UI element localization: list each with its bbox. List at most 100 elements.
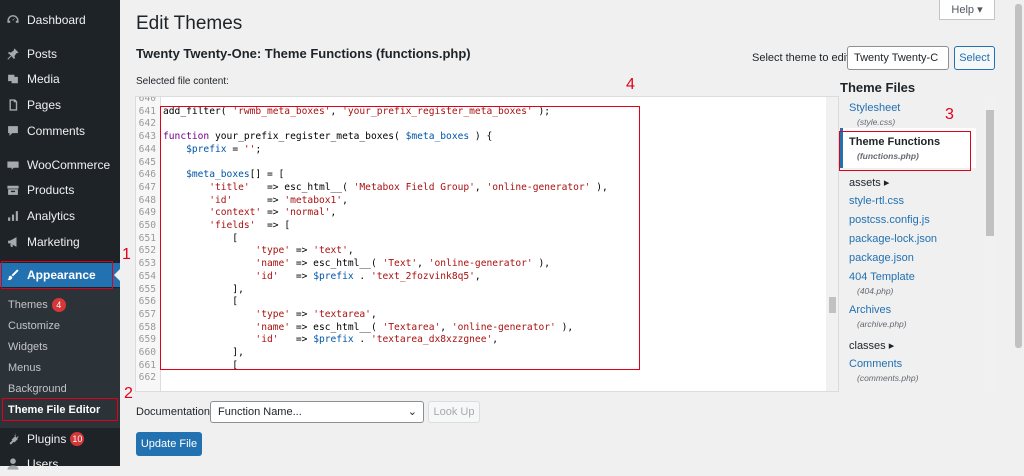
annotation-box-theme-file-editor [2,398,118,421]
submenu-item-label: Themes [8,299,48,311]
file-name: (404.php) [857,286,894,296]
files-scrollbar[interactable] [984,96,996,392]
submenu-item-background[interactable]: Background [8,383,67,395]
line-number: 645 [138,156,156,168]
annotation-number: 3 [945,106,954,123]
bar-chart-icon [6,209,20,223]
sidebar-item-label: Marketing [27,235,80,249]
theme-file-link[interactable]: 404 Template (404.php) [849,271,915,296]
line-number: 653 [138,258,156,270]
annotation-box-theme-functions [839,131,971,171]
sidebar-item-label: Users [27,457,59,471]
media-icon [6,72,20,86]
admin-sidebar: Dashboard Posts Media Pages Comments Woo… [0,0,120,471]
theme-folder[interactable]: assets ▸ [849,176,889,189]
selected-content-label: Selected file content: [136,76,229,87]
file-label: style-rtl.css [849,195,904,207]
archive-icon [6,183,20,197]
code-line[interactable]: 662 [136,372,816,384]
editor-scroll-thumb[interactable] [829,297,836,313]
sidebar-item-media[interactable]: Media [0,67,120,91]
select-button[interactable]: Select [954,46,995,70]
line-number: 658 [138,321,156,333]
page-icon [6,98,20,112]
line-number: 647 [138,181,156,193]
annotation-number: 4 [626,76,635,93]
line-number: 659 [138,334,156,346]
documentation-label: Documentation: [136,406,214,418]
theme-file-link[interactable]: package-lock.json [849,233,937,245]
editor-scrollbar[interactable] [826,97,838,391]
theme-files-heading: Theme Files [840,80,916,95]
line-number: 655 [138,283,156,295]
sidebar-item-label: Products [27,183,75,197]
sidebar-item-posts[interactable]: Posts [0,42,120,66]
submenu-item-widgets[interactable]: Widgets [8,341,48,353]
line-number: 648 [138,194,156,206]
line-number: 641 [138,105,156,117]
line-number: 640 [138,96,156,104]
theme-folder[interactable]: classes ▸ [849,339,894,352]
file-label: postcss.config.js [849,214,930,226]
theme-file-link[interactable]: style-rtl.css [849,195,904,207]
sidebar-item-comments[interactable]: Comments [0,119,120,143]
sidebar-item-dashboard[interactable]: Dashboard [0,8,120,32]
file-name: (archive.php) [857,319,907,329]
code-line[interactable]: 640 [136,96,816,105]
file-label: assets ▸ [849,177,890,189]
page-scroll-thumb[interactable] [1015,4,1022,348]
sidebar-item-label: Pages [27,98,62,112]
update-file-button[interactable]: Update File [136,432,202,456]
sidebar-item-pages[interactable]: Pages [0,93,120,117]
sidebar-item-label: Analytics [27,209,76,223]
line-number: 656 [138,296,156,308]
theme-file-link[interactable]: Comments (comments.php) [849,358,918,383]
sidebar-item-label: Posts [27,47,58,61]
file-label: Comments [849,358,903,370]
theme-file-link[interactable]: postcss.config.js [849,214,930,226]
sidebar-item-marketing[interactable]: Marketing [0,230,120,254]
submenu-item-customize[interactable]: Customize [8,320,60,332]
sidebar-item-woocommerce[interactable]: WooCommerce [0,153,120,177]
files-scroll-thumb[interactable] [986,110,994,236]
line-number: 649 [138,207,156,219]
sidebar-item-products[interactable]: Products [0,178,120,202]
sidebar-item-label: WooCommerce [27,158,111,172]
submenu-item-themes[interactable]: Themes 4 [8,298,66,312]
sidebar-item-plugins[interactable]: Plugins 10 [0,427,120,451]
sidebar-item-users[interactable]: Users [0,452,120,476]
line-number: 652 [138,245,156,257]
annotation-number: 1 [122,246,131,263]
line-number: 643 [138,131,156,143]
select-theme-label: Select theme to edit: [752,52,853,64]
file-label: Stylesheet [849,102,901,114]
annotation-box-appearance [1,261,113,289]
current-menu-arrow [114,269,120,281]
theme-file-link[interactable]: package.json [849,252,914,264]
file-name: (style.css) [857,117,896,127]
file-label: package-lock.json [849,233,938,245]
theme-select[interactable]: Twenty Twenty-C [847,46,949,70]
theme-file-link[interactable]: Stylesheet (style.css) [849,102,900,127]
file-name: (comments.php) [857,373,919,383]
line-number: 650 [138,220,156,231]
file-label: 404 Template [849,271,915,283]
sidebar-item-label: Media [27,72,60,86]
help-button[interactable]: Help ▾ [939,0,995,20]
file-heading: Twenty Twenty-One: Theme Functions (func… [136,46,471,61]
theme-file-link[interactable]: Archives (archive.php) [849,304,907,329]
sidebar-item-analytics[interactable]: Analytics [0,204,120,228]
line-number: 642 [138,118,156,130]
submenu-item-menus[interactable]: Menus [8,362,41,374]
file-label: Archives [849,304,892,316]
line-number: 660 [138,347,156,358]
page-title: Edit Themes [136,13,243,34]
update-count-badge: 4 [51,298,66,312]
look-up-button[interactable]: Look Up [428,401,480,423]
plug-icon [6,432,20,446]
file-label: package.json [849,252,914,264]
dashboard-icon [6,13,20,27]
annotation-number: 2 [124,385,133,402]
function-name-select[interactable]: Function Name... ⌄ [210,401,424,423]
sidebar-item-label: Plugins [27,432,67,446]
